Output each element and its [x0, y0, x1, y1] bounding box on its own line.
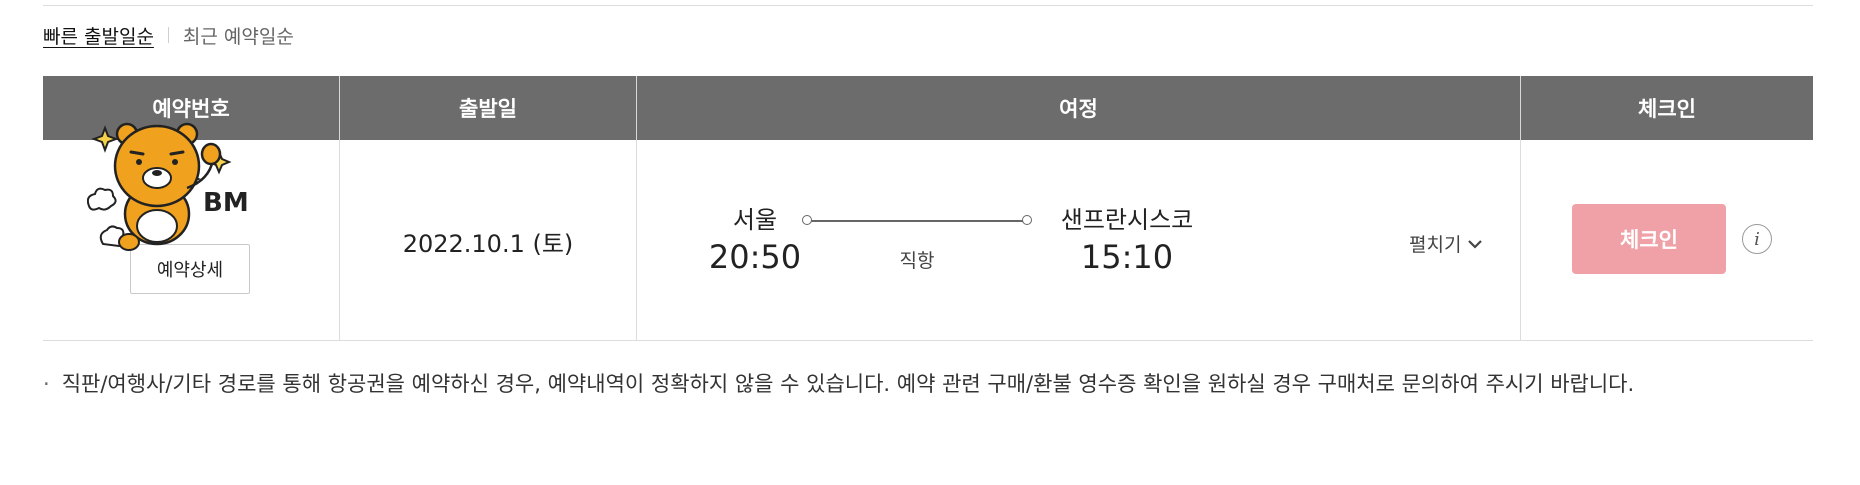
notice-message: 직판/여행사/기타 경로를 통해 항공권을 예약하신 경우, 예약내역이 정확하…: [61, 372, 1635, 396]
reservation-table: 예약번호 출발일 여정 체크인 BM 예약상세 2022.10.1 (토) 서울…: [43, 76, 1813, 341]
header-departure-date: 출발일: [340, 76, 637, 140]
flight-type: 직항: [899, 250, 935, 272]
booking-cell: BM 예약상세: [43, 122, 340, 340]
itinerary-cell: 서울 20:50 직항 샌프란시스코 15:10 펼치기: [637, 140, 1521, 340]
route-end-dot: [1022, 215, 1032, 225]
departure-date: 2022.10.1 (토): [402, 230, 574, 258]
route-line: [808, 220, 1026, 222]
notice-text: · 직판/여행사/기타 경로를 통해 항공권을 예약하신 경우, 예약내역이 정확…: [43, 368, 1634, 398]
info-icon[interactable]: i: [1742, 224, 1772, 254]
bullet: ·: [43, 372, 50, 396]
checkin-button[interactable]: 체크인: [1572, 204, 1726, 274]
route-start-dot: [802, 215, 812, 225]
date-cell: 2022.10.1 (토): [340, 140, 637, 340]
expand-label: 펼치기: [1409, 234, 1462, 256]
header-checkin: 체크인: [1638, 97, 1696, 121]
sort-fastest-departure[interactable]: 빠른 출발일순: [43, 22, 154, 49]
sort-options: 빠른 출발일순 최근 예약일순: [43, 22, 294, 48]
table-row: BM 예약상세 2022.10.1 (토) 서울 20:50 직항 샌프란시스코…: [43, 122, 1813, 341]
sort-recent-booking[interactable]: 최근 예약일순: [183, 22, 294, 49]
destination-city: 샌프란시스코: [1060, 206, 1194, 234]
origin-city: 서울: [732, 206, 778, 234]
checkin-cell: 체크인 i: [1521, 140, 1813, 340]
expand-toggle[interactable]: 펼치기: [1409, 230, 1483, 257]
bear-sticker-icon: [87, 122, 232, 251]
table-header: 예약번호 출발일 여정 체크인: [43, 76, 1813, 140]
origin-time: 20:50: [708, 238, 802, 276]
top-divider: [43, 5, 1813, 6]
destination-time: 15:10: [1080, 238, 1174, 276]
sort-separator: [167, 27, 169, 43]
chevron-down-icon: [1468, 239, 1483, 249]
header-itinerary: 여정: [637, 76, 1521, 140]
